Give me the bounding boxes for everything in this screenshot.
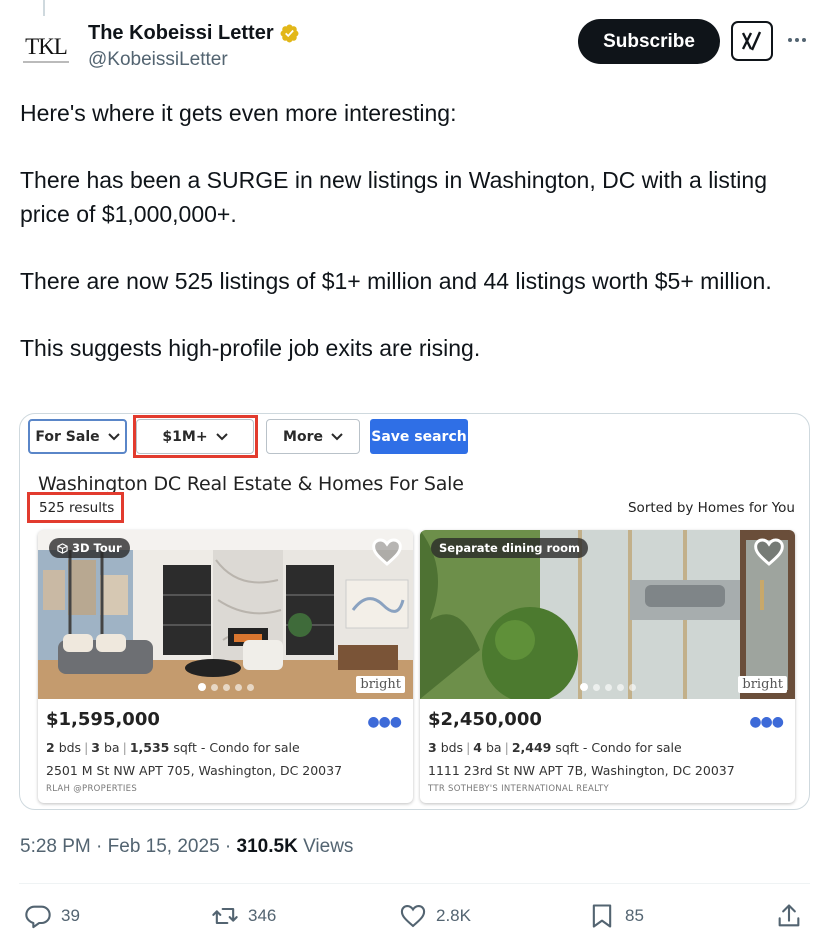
tweet-media-image[interactable]: For Sale $1M+ More Save search Washingto…: [19, 413, 810, 810]
author-name-block: The Kobeissi Letter @KobeissiLetter: [88, 22, 300, 71]
tweet-meta: 5:28 PM · Feb 15, 2025 · 310.5K Views: [20, 836, 353, 858]
listing-photo-entrance: Separate dining room bright: [420, 530, 795, 699]
more-dots-icon: ●●●: [367, 714, 402, 730]
grok-icon: [741, 31, 762, 51]
photo-tag: 3D Tour: [49, 538, 130, 558]
photo-carousel-dots: [579, 683, 636, 691]
heart-icon: [400, 905, 426, 928]
author-handle[interactable]: @KobeissiLetter: [88, 49, 300, 71]
reply-icon: [25, 905, 51, 929]
sort-label: Sorted by Homes for You: [627, 500, 795, 516]
verified-badge-icon: [280, 24, 299, 43]
author-avatar[interactable]: TKL: [19, 22, 73, 76]
avatar-underline: [23, 61, 69, 63]
results-highlight-box: [27, 492, 124, 523]
repost-count: 346: [248, 906, 277, 925]
subscribe-button[interactable]: Subscribe: [578, 19, 720, 64]
for-sale-filter: For Sale: [28, 419, 127, 454]
more-icon: [788, 38, 806, 42]
divider: [19, 883, 810, 884]
listing-broker: TTR SOTHEBY'S INTERNATIONAL REALTY: [428, 784, 609, 794]
like-count: 2.8K: [436, 906, 471, 925]
like-button[interactable]: 2.8K: [399, 902, 471, 930]
repost-icon: [212, 907, 238, 925]
tweet-time[interactable]: 5:28 PM: [20, 836, 91, 857]
bookmark-icon: [592, 904, 612, 928]
tweet-paragraph: This suggests high-profile job exits are…: [20, 335, 481, 361]
listing-broker: RLAH @PROPERTIES: [46, 784, 138, 794]
tweet-paragraph: Here's where it gets even more interesti…: [20, 100, 457, 126]
repost-button[interactable]: 346: [211, 902, 276, 930]
tweet-text: Here's where it gets even more interesti…: [20, 96, 810, 365]
listing-photo-living-room: 3D Tour bright: [38, 530, 413, 699]
more-filter-label: More: [283, 428, 323, 445]
bright-mls-badge: bright: [356, 676, 405, 693]
for-sale-label: For Sale: [35, 428, 100, 445]
save-search-button: Save search: [370, 419, 468, 454]
author-display-name-row[interactable]: The Kobeissi Letter: [88, 22, 300, 45]
photo-tag-label: Separate dining room: [439, 541, 580, 555]
photo-tag-label: 3D Tour: [72, 541, 122, 555]
tweet-date[interactable]: Feb 15, 2025: [108, 836, 220, 857]
tweet-paragraph: There are now 525 listings of $1+ millio…: [20, 268, 772, 294]
listing-specs: 3 bds | 4 ba | 2,449 sqft - Condo for sale: [428, 740, 682, 755]
bright-mls-badge: bright: [738, 676, 787, 693]
listing-card: 3D Tour bright $1,595,000 ●●● 2 bds | 3 ba…: [38, 530, 413, 803]
share-button[interactable]: [775, 902, 803, 930]
price-highlight-box: [133, 415, 258, 458]
photo-tag: Separate dining room: [431, 538, 588, 558]
meta-separator: ·: [96, 836, 103, 857]
more-dots-icon: ●●●: [749, 714, 784, 730]
cube-icon: [57, 542, 68, 554]
heart-icon: [372, 538, 402, 566]
meta-separator: ·: [224, 836, 232, 857]
views-label: Views: [303, 836, 354, 857]
listing-price: $1,595,000: [46, 709, 160, 730]
avatar-monogram: TKL: [25, 34, 68, 59]
listing-address: 1111 23rd St NW APT 7B, Washington, DC 2…: [428, 763, 735, 778]
chevron-down-icon: [331, 432, 343, 440]
grok-button[interactable]: [731, 21, 773, 61]
bookmark-count: 85: [625, 906, 644, 925]
bookmark-button[interactable]: 85: [588, 902, 644, 930]
views-count[interactable]: 310.5K: [237, 836, 298, 857]
listing-price: $2,450,000: [428, 709, 542, 730]
listing-specs: 2 bds | 3 ba | 1,535 sqft - Condo for sale: [46, 740, 300, 755]
author-display-name[interactable]: The Kobeissi Letter: [88, 22, 274, 45]
chevron-down-icon: [107, 432, 120, 440]
more-filter: More: [266, 419, 360, 454]
reply-count: 39: [61, 906, 80, 925]
share-icon: [778, 904, 800, 927]
tweet-paragraph: There has been a SURGE in new listings i…: [20, 167, 767, 227]
listing-card: Separate dining room bright $2,450,000 ●…: [420, 530, 795, 803]
thread-connector-line: [43, 0, 45, 16]
more-options-button[interactable]: [786, 29, 808, 51]
photo-carousel-dots: [197, 683, 254, 691]
reply-button[interactable]: 39: [24, 902, 80, 930]
listing-address: 2501 M St NW APT 705, Washington, DC 200…: [46, 763, 343, 778]
heart-icon: [754, 538, 784, 566]
